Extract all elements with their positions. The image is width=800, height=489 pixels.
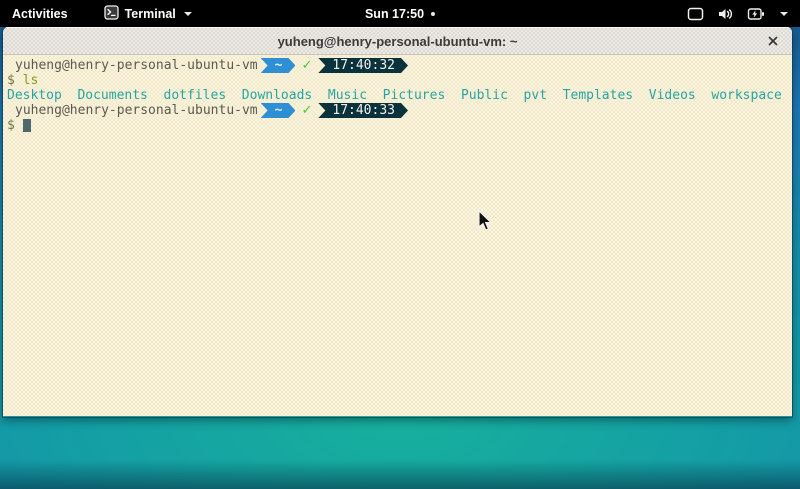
- screen-icon: [687, 7, 704, 21]
- command-line: $ ls: [7, 73, 790, 88]
- directory-name: Music: [328, 88, 367, 103]
- directory-name: dotfiles: [164, 88, 227, 103]
- app-menu-label: Terminal: [125, 7, 176, 21]
- prompt-symbol: $: [7, 118, 15, 133]
- clock-button[interactable]: Sun 17:50: [357, 0, 443, 27]
- terminal-screen[interactable]: yuheng@henry-personal-ubuntu-vm ~ ✓ 17:4…: [3, 55, 792, 416]
- directory-name: workspace: [711, 88, 781, 103]
- chevron-down-icon: [184, 12, 192, 16]
- text-cursor: [23, 119, 31, 132]
- directory-name: Pictures: [383, 88, 446, 103]
- prompt-host: yuheng@henry-personal-ubuntu-vm: [15, 58, 258, 73]
- directory-name: Templates: [563, 88, 633, 103]
- status-check-icon: ✓: [301, 58, 312, 73]
- prompt-line-1: yuheng@henry-personal-ubuntu-vm ~ ✓ 17:4…: [7, 58, 790, 73]
- prompt-cwd-segment: ~: [261, 103, 296, 118]
- activities-button[interactable]: Activities: [0, 0, 80, 27]
- notification-dot: [431, 12, 435, 16]
- clock-label: Sun 17:50: [365, 7, 424, 21]
- directory-name: Desktop: [7, 88, 62, 103]
- ls-output-line: Desktop Documents dotfiles Downloads Mus…: [7, 88, 790, 103]
- volume-icon: [717, 7, 734, 21]
- prompt-cwd: ~: [275, 103, 283, 118]
- app-menu-terminal[interactable]: Terminal: [96, 0, 200, 27]
- status-check-icon: ✓: [301, 103, 312, 118]
- prompt-host: yuheng@henry-personal-ubuntu-vm: [15, 103, 258, 118]
- prompt-line-2: yuheng@henry-personal-ubuntu-vm ~ ✓ 17:4…: [7, 103, 790, 118]
- directory-name: pvt: [524, 88, 547, 103]
- prompt-cwd-segment: ~: [261, 58, 296, 73]
- battery-charging-icon: [747, 7, 765, 21]
- window-titlebar[interactable]: yuheng@henry-personal-ubuntu-vm: ~: [3, 27, 792, 55]
- directory-name: Videos: [649, 88, 696, 103]
- prompt-symbol: $: [7, 73, 15, 88]
- terminal-app-icon: [104, 5, 119, 23]
- terminal-window: yuheng@henry-personal-ubuntu-vm: ~ yuhen…: [3, 27, 792, 417]
- input-line[interactable]: $: [7, 118, 790, 133]
- top-bar: Activities Terminal Sun 17:50: [0, 0, 800, 27]
- directory-name: Downloads: [242, 88, 312, 103]
- system-status-area[interactable]: [675, 0, 800, 27]
- prompt-time-segment: 17:40:32: [318, 58, 408, 73]
- window-title: yuheng@henry-personal-ubuntu-vm: ~: [278, 34, 518, 49]
- prompt-time: 17:40:32: [332, 58, 395, 73]
- command-text: ls: [23, 73, 39, 88]
- activities-label: Activities: [12, 7, 68, 21]
- directory-name: Public: [461, 88, 508, 103]
- desktop: { "top_bar": { "activities_label": "Acti…: [0, 0, 800, 489]
- chevron-down-icon: [780, 12, 788, 16]
- prompt-time: 17:40:33: [332, 103, 395, 118]
- directory-name: Documents: [77, 88, 147, 103]
- prompt-time-segment: 17:40:33: [318, 103, 408, 118]
- prompt-cwd: ~: [275, 58, 283, 73]
- close-button[interactable]: [764, 32, 782, 50]
- close-icon: [768, 36, 778, 46]
